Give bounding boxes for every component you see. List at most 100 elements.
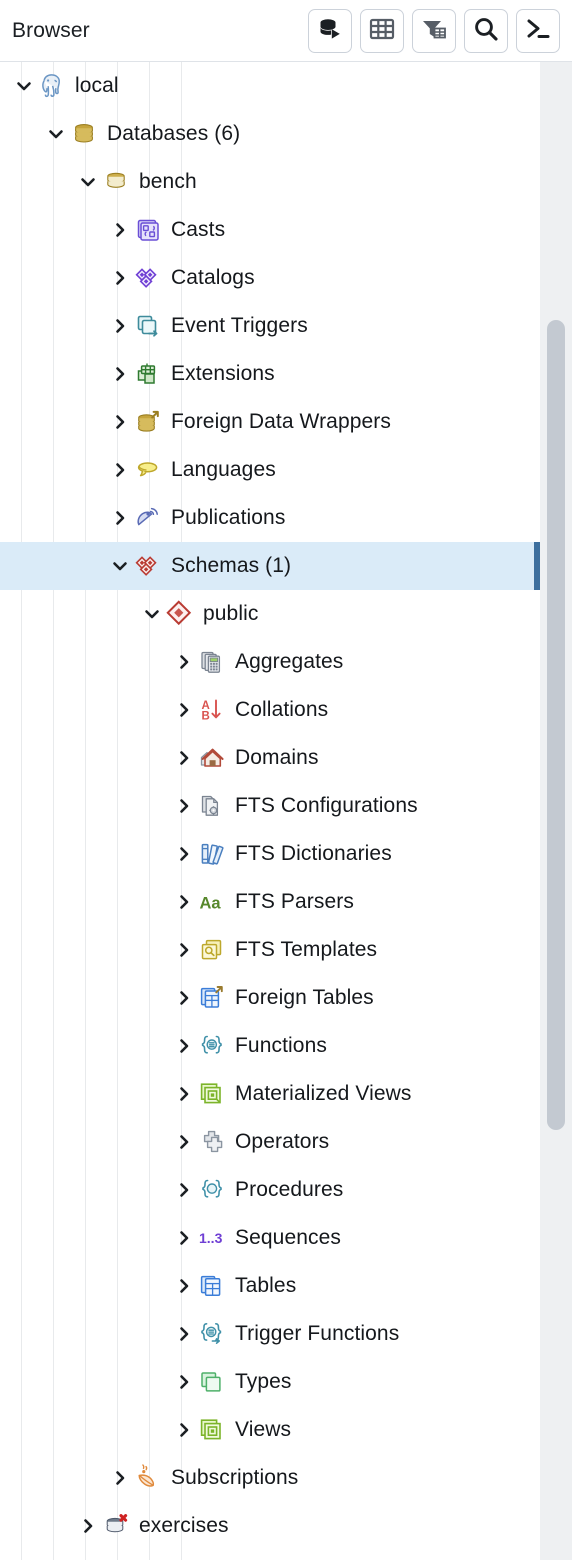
aggregates-icon <box>197 647 227 677</box>
tree-item-label: FTS Dictionaries <box>235 842 392 865</box>
tree-item-label: Operators <box>235 1130 330 1153</box>
tree-item-extensions[interactable]: Extensions <box>0 350 540 398</box>
collations-icon: A B <box>197 695 227 725</box>
view-data-button[interactable] <box>360 8 404 53</box>
chevron-right-icon[interactable] <box>107 398 133 446</box>
tree-item-label: FTS Templates <box>235 938 378 961</box>
chevron-down-icon[interactable] <box>139 590 165 638</box>
tree-item-publications[interactable]: Publications <box>0 494 540 542</box>
tree-item-aggregates[interactable]: Aggregates <box>0 638 540 686</box>
chevron-right-icon[interactable] <box>171 1358 197 1406</box>
tree-item-languages[interactable]: Languages <box>0 446 540 494</box>
tree-item-foreign-tables[interactable]: Foreign Tables <box>0 974 540 1022</box>
psql-terminal-icon <box>525 16 551 45</box>
tree-item-fts-configurations[interactable]: FTS Configurations <box>0 782 540 830</box>
tree-item-event-triggers[interactable]: Event Triggers <box>0 302 540 350</box>
query-tool-button[interactable] <box>308 8 352 53</box>
tree-item-label: Functions <box>235 1034 327 1057</box>
chevron-right-icon[interactable] <box>171 974 197 1022</box>
chevron-right-icon[interactable] <box>107 446 133 494</box>
chevron-right-icon[interactable] <box>171 1022 197 1070</box>
types-icon <box>197 1367 227 1397</box>
chevron-right-icon[interactable] <box>107 350 133 398</box>
tree-item-subscriptions[interactable]: Subscriptions <box>0 1454 540 1502</box>
chevron-right-icon[interactable] <box>107 1454 133 1502</box>
chevron-right-icon[interactable] <box>171 734 197 782</box>
chevron-right-icon[interactable] <box>107 494 133 542</box>
tree-item-types[interactable]: Types <box>0 1358 540 1406</box>
tree-item-materialized-views[interactable]: Materialized Views <box>0 1070 540 1118</box>
object-tree[interactable]: local Databases (6) bench Casts Catalogs… <box>0 62 540 1560</box>
query-tool-icon <box>317 16 343 45</box>
tree-item-schemas-1[interactable]: Schemas (1) <box>0 542 540 590</box>
chevron-right-icon[interactable] <box>75 1502 101 1550</box>
casts-icon <box>133 215 163 245</box>
tree-item-label: FTS Configurations <box>235 794 418 817</box>
tree-item-casts[interactable]: Casts <box>0 206 540 254</box>
tree-item-label: exercises <box>139 1514 229 1537</box>
chevron-right-icon[interactable] <box>171 638 197 686</box>
trigger-functions-icon <box>197 1319 227 1349</box>
tree-item-domains[interactable]: Domains <box>0 734 540 782</box>
tree-scrollbar[interactable] <box>540 62 572 1560</box>
chevron-right-icon[interactable] <box>171 686 197 734</box>
tree-item-sequences[interactable]: 1..3 Sequences <box>0 1214 540 1262</box>
chevron-right-icon[interactable] <box>171 1310 197 1358</box>
tree-item-foreign-data-wrappers[interactable]: Foreign Data Wrappers <box>0 398 540 446</box>
chevron-right-icon[interactable] <box>171 926 197 974</box>
chevron-right-icon[interactable] <box>171 782 197 830</box>
tree-item-functions[interactable]: Functions <box>0 1022 540 1070</box>
chevron-right-icon[interactable] <box>171 1214 197 1262</box>
chevron-right-icon[interactable] <box>171 1262 197 1310</box>
tree-item-label: Subscriptions <box>171 1466 299 1489</box>
scrollbar-thumb[interactable] <box>547 320 565 1130</box>
search-objects-button[interactable] <box>464 8 508 53</box>
tree-item-procedures[interactable]: Procedures <box>0 1166 540 1214</box>
chevron-right-icon[interactable] <box>171 1166 197 1214</box>
schemas-icon <box>133 551 163 581</box>
tree-item-trigger-functions[interactable]: Trigger Functions <box>0 1310 540 1358</box>
tree-item-databases-6[interactable]: Databases (6) <box>0 110 540 158</box>
chevron-down-icon[interactable] <box>43 110 69 158</box>
chevron-down-icon[interactable] <box>107 542 133 590</box>
chevron-right-icon[interactable] <box>171 878 197 926</box>
tree-item-tables[interactable]: Tables <box>0 1262 540 1310</box>
tree-item-collations[interactable]: A B Collations <box>0 686 540 734</box>
tree-item-label: bench <box>139 170 197 193</box>
tree-item-label: Procedures <box>235 1178 344 1201</box>
chevron-down-icon[interactable] <box>75 158 101 206</box>
psql-tool-button[interactable] <box>516 8 560 53</box>
filtered-rows-button[interactable] <box>412 8 456 53</box>
tree-item-label: Sequences <box>235 1226 341 1249</box>
tree-item-exercises[interactable]: exercises <box>0 1502 540 1550</box>
chevron-right-icon[interactable] <box>107 302 133 350</box>
views-icon <box>197 1415 227 1445</box>
chevron-down-icon[interactable] <box>11 62 37 110</box>
foreign-tables-icon <box>197 983 227 1013</box>
chevron-right-icon[interactable] <box>171 1070 197 1118</box>
chevron-right-icon[interactable] <box>171 830 197 878</box>
chevron-right-icon[interactable] <box>171 1118 197 1166</box>
tree-item-bench[interactable]: bench <box>0 158 540 206</box>
search-icon <box>473 16 499 45</box>
tree-item-fts-templates[interactable]: FTS Templates <box>0 926 540 974</box>
chevron-right-icon[interactable] <box>107 206 133 254</box>
tree-item-label: Publications <box>171 506 286 529</box>
schema-icon <box>165 599 195 629</box>
tree-item-catalogs[interactable]: Catalogs <box>0 254 540 302</box>
tree-item-label: FTS Parsers <box>235 890 354 913</box>
tree-item-public[interactable]: public <box>0 590 540 638</box>
tree-item-fts-parsers[interactable]: Aa FTS Parsers <box>0 878 540 926</box>
publications-icon <box>133 503 163 533</box>
chevron-right-icon[interactable] <box>171 1406 197 1454</box>
tree-item-label: Aggregates <box>235 650 344 673</box>
procedures-icon <box>197 1175 227 1205</box>
tree-item-local[interactable]: local <box>0 62 540 110</box>
chevron-right-icon[interactable] <box>107 254 133 302</box>
view-data-icon <box>369 17 395 44</box>
tree-item-operators[interactable]: Operators <box>0 1118 540 1166</box>
sequences-icon: 1..3 <box>197 1223 227 1253</box>
tree-item-views[interactable]: Views <box>0 1406 540 1454</box>
tree-item-fts-dictionaries[interactable]: FTS Dictionaries <box>0 830 540 878</box>
fts-parsers-icon: Aa <box>197 887 227 917</box>
